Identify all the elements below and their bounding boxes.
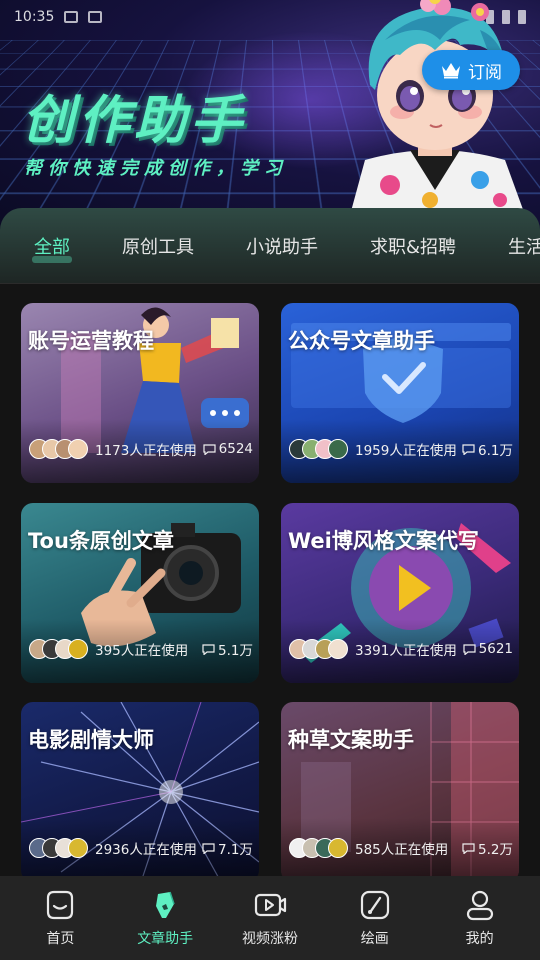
tool-card[interactable]: Wei博风格文案代写 3391人正在使用 5621: [281, 503, 519, 683]
comment-count: 5621: [478, 641, 513, 657]
tab-novel-assistant[interactable]: 小说助手: [238, 227, 326, 265]
comment-icon: [462, 443, 475, 455]
tool-card[interactable]: 公众号文章助手 1959人正在使用 6.1万: [281, 303, 519, 483]
comment-count-group: 5621: [463, 641, 513, 657]
video-play-icon: [254, 893, 287, 917]
comment-icon: [462, 842, 475, 854]
nav-profile-label: 我的: [465, 931, 494, 947]
nav-painting[interactable]: 绘画: [325, 888, 425, 948]
crown-icon: [442, 63, 460, 79]
comment-count-group: 5.1万: [202, 639, 253, 659]
card-stats: 1959人正在使用 6.1万: [289, 439, 513, 459]
nav-article-assistant[interactable]: 文章助手: [115, 888, 215, 948]
avatar: [68, 639, 88, 659]
card-stats: 2936人正在使用 7.1万: [29, 838, 253, 858]
nav-article-label: 文章助手: [137, 931, 194, 947]
subscribe-label: 订阅: [468, 62, 502, 83]
card-title: Tou条原创文章: [28, 529, 174, 553]
comment-count: 7.1万: [218, 842, 253, 858]
comment-count: 5.2万: [478, 842, 513, 858]
user-avatars: [29, 439, 88, 459]
user-avatars: [29, 639, 88, 659]
nav-painting-label: 绘画: [360, 931, 389, 947]
nav-home-label: 首页: [46, 931, 75, 947]
banner-subtitle: 帮你快速完成创作，学习: [24, 158, 288, 179]
notification-icon: [64, 11, 79, 23]
status-time: 10:35: [14, 9, 55, 25]
users-count: 585人正在使用: [355, 842, 449, 858]
avatar: [328, 838, 348, 858]
comment-count-group: 5.2万: [462, 838, 513, 858]
user-avatars: [29, 838, 88, 858]
tool-card[interactable]: 种草文案助手 585人正在使用 5.2万: [281, 702, 519, 876]
comment-icon: [463, 643, 476, 655]
comment-count-group: 7.1万: [202, 838, 253, 858]
card-stats: 585人正在使用 5.2万: [289, 838, 513, 858]
nav-video-growth[interactable]: 视频涨粉: [220, 888, 320, 948]
comment-count: 6524: [218, 441, 253, 457]
comment-count-group: 6.1万: [462, 439, 513, 459]
tab-all[interactable]: 全部: [26, 227, 78, 265]
nav-profile[interactable]: 我的: [430, 888, 530, 948]
home-icon: [47, 890, 74, 920]
card-title: 种草文案助手: [288, 728, 414, 752]
user-avatars: [289, 838, 348, 858]
avatar: [68, 439, 88, 459]
user-avatars: [289, 639, 348, 659]
comment-icon: [203, 443, 216, 455]
card-stats: 395人正在使用 5.1万: [29, 639, 253, 659]
nav-home[interactable]: 首页: [10, 888, 110, 948]
tab-life[interactable]: 生活学: [500, 227, 540, 265]
comment-count-group: 6524: [203, 441, 253, 457]
category-tabs: 全部 原创工具 小说助手 求职&招聘 生活学: [0, 208, 540, 284]
brush-icon: [360, 890, 389, 920]
comment-count: 6.1万: [478, 443, 513, 459]
users-count: 2936人正在使用: [95, 842, 197, 858]
nav-video-label: 视频涨粉: [241, 931, 298, 947]
avatar: [328, 439, 348, 459]
card-title: 电影剧情大师: [28, 728, 154, 752]
notification-icon-2: [88, 11, 103, 23]
avatar: [68, 838, 88, 858]
comment-count: 5.1万: [218, 643, 253, 659]
card-stats: 3391人正在使用 5621: [289, 639, 513, 659]
banner-title: 创作助手: [22, 91, 247, 151]
tool-card[interactable]: Tou条原创文章 395人正在使用 5.1万: [21, 503, 259, 683]
card-grid: 账号运营教程 1173人正在使用 6524 公众号文章助手 1959人正在使用 …: [0, 284, 540, 876]
card-title: 公众号文章助手: [288, 329, 435, 353]
profile-icon: [466, 890, 493, 921]
users-count: 1173人正在使用: [95, 443, 197, 459]
tool-card[interactable]: 电影剧情大师 2936人正在使用 7.1万: [21, 702, 259, 876]
comment-icon: [202, 643, 215, 655]
tool-card[interactable]: 账号运营教程 1173人正在使用 6524: [21, 303, 259, 483]
user-avatars: [289, 439, 348, 459]
users-count: 1959人正在使用: [355, 443, 457, 459]
tab-original-tools[interactable]: 原创工具: [114, 227, 202, 265]
card-title: Wei博风格文案代写: [288, 529, 479, 553]
users-count: 395人正在使用: [95, 643, 189, 659]
users-count: 3391人正在使用: [355, 643, 457, 659]
card-stats: 1173人正在使用 6524: [29, 439, 253, 459]
subscribe-button[interactable]: 订阅: [422, 50, 520, 90]
banner-character-illustration: [350, 0, 525, 215]
card-title: 账号运营教程: [28, 329, 154, 353]
article-pen-icon: [156, 891, 175, 918]
tab-jobs[interactable]: 求职&招聘: [362, 227, 464, 265]
hero-banner[interactable]: 10:35 创作助手 帮你快速完成创作，学习 订阅: [0, 0, 540, 240]
avatar: [328, 639, 348, 659]
comment-icon: [202, 842, 215, 854]
bottom-navigation: 首页 文章助手 视频涨粉 绘画 我的: [0, 876, 540, 960]
